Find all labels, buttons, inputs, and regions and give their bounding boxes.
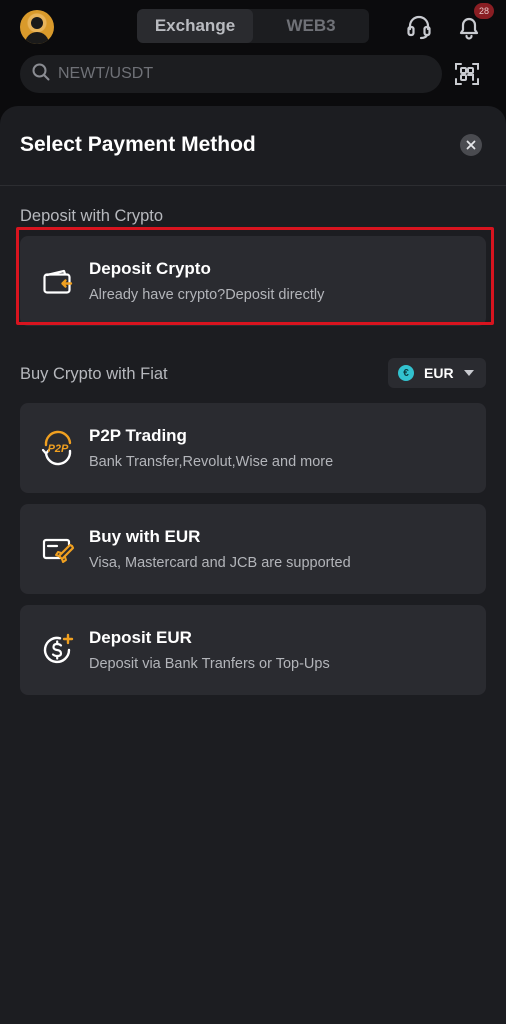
search-input[interactable]: NEWT/USDT [58,65,153,83]
p2p-title: P2P Trading [89,426,187,445]
top-bar: Exchange WEB3 28 NEWT/USDT [0,0,506,106]
card-rocket-icon [40,531,76,567]
section-label-fiat: Buy Crypto with Fiat [20,365,168,383]
deposit-eur-title: Deposit EUR [89,628,192,647]
p2p-icon: P2P [40,430,76,466]
notification-badge: 28 [474,3,494,19]
section-label-crypto: Deposit with Crypto [20,207,164,225]
sheet-title: Select Payment Method [20,133,256,156]
headset-icon[interactable] [404,12,434,42]
deposit-eur-subtitle: Deposit via Bank Tranfers or Top-Ups [89,656,330,672]
p2p-subtitle: Bank Transfer,Revolut,Wise and more [89,454,334,470]
wallet-deposit-icon [40,263,76,299]
user-avatar[interactable] [20,10,54,44]
chevron-down-icon [463,370,474,376]
svg-text:P2P: P2P [48,443,69,455]
currency-selector[interactable]: € EUR [388,358,486,388]
tab-web3[interactable]: WEB3 [253,9,369,43]
close-icon[interactable] [460,134,482,156]
deposit-eur-option[interactable]: Deposit EUR Deposit via Bank Tranfers or… [20,605,486,695]
search-bar[interactable]: NEWT/USDT [20,55,442,93]
avatar-head [31,17,43,29]
deposit-crypto-title: Deposit Crypto [89,259,211,278]
mode-switch: Exchange WEB3 [137,9,369,43]
deposit-crypto-option[interactable]: Deposit Crypto Already have crypto?Depos… [20,236,486,326]
qr-scan-icon[interactable] [452,59,482,89]
buy-with-eur-option[interactable]: Buy with EUR Visa, Mastercard and JCB ar… [20,504,486,594]
divider [0,185,506,186]
deposit-crypto-subtitle: Already have crypto?Deposit directly [89,287,325,303]
dollar-plus-icon [40,632,76,668]
p2p-trading-option[interactable]: P2P P2P Trading Bank Transfer,Revolut,Wi… [20,403,486,493]
buy-with-eur-subtitle: Visa, Mastercard and JCB are supported [89,555,351,571]
tab-exchange[interactable]: Exchange [137,9,253,43]
euro-coin-icon: € [398,365,414,381]
avatar-body [25,32,49,44]
currency-code: EUR [424,365,454,381]
buy-with-eur-title: Buy with EUR [89,527,201,546]
search-icon [32,63,50,86]
